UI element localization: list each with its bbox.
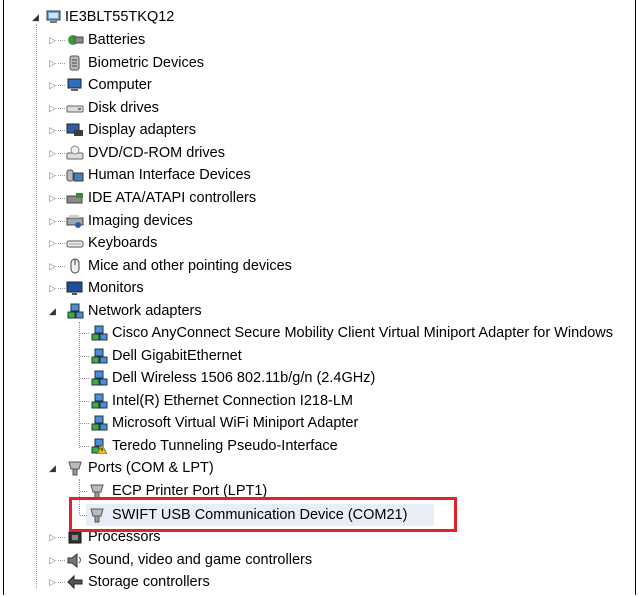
monitor-icon (66, 281, 83, 295)
category-computer-label: Computer (88, 77, 152, 93)
expand-arrow-icon[interactable]: ▷ (48, 239, 57, 248)
sound-icon (67, 552, 81, 568)
network-adapter-item-label: Dell GigabitEthernet (112, 348, 242, 364)
expand-arrow-icon[interactable]: ▷ (48, 36, 57, 45)
network-adapter-icon (91, 393, 108, 409)
collapse-arrow-icon[interactable]: ◢ (48, 307, 57, 316)
highlight-box (69, 497, 457, 532)
category-mice-and-other-pointing-devices-label: Mice and other pointing devices (88, 258, 292, 274)
category-imaging-devices-label: Imaging devices (88, 213, 193, 229)
battery-icon (68, 35, 84, 45)
category-ports-label: Ports (COM & LPT) (88, 460, 214, 476)
category-dvd-cd-rom-drives-label: DVD/CD-ROM drives (88, 145, 225, 161)
network-adapter-item-label: Intel(R) Ethernet Connection I218-LM (112, 393, 353, 409)
network-adapter-icon (67, 303, 84, 319)
network-adapter-icon (91, 415, 108, 431)
imaging-device-icon (66, 215, 84, 228)
category-sound-video-and-game-controllers-label: Sound, video and game controllers (88, 552, 313, 568)
network-adapter-icon (91, 370, 108, 386)
expand-arrow-icon[interactable]: ▷ (48, 126, 57, 135)
category-display-adapters-label: Display adapters (88, 122, 196, 138)
expand-arrow-icon[interactable]: ▷ (48, 81, 57, 90)
tree-root-label: IE3BLT55TKQ12 (65, 9, 175, 25)
network-adapter-item-label: Microsoft Virtual WiFi Miniport Adapter (112, 415, 359, 431)
network-adapter-item-label: Teredo Tunneling Pseudo-Interface (112, 438, 338, 454)
expand-arrow-icon[interactable]: ▷ (48, 194, 57, 203)
category-batteries-label: Batteries (88, 32, 146, 48)
expand-arrow-icon[interactable]: ▷ (48, 217, 57, 226)
expand-arrow-icon[interactable]: ▷ (48, 59, 57, 68)
collapse-arrow-icon[interactable]: ◢ (48, 464, 57, 473)
category-human-interface-devices-label: Human Interface Devices (88, 167, 251, 183)
category-biometric-devices-label: Biometric Devices (88, 55, 205, 71)
storage-controller-icon (67, 574, 83, 590)
network-adapter-item-label: Cisco AnyConnect Secure Mobility Client … (112, 325, 614, 341)
network-adapter-warning-icon (91, 438, 108, 454)
category-monitors-label: Monitors (88, 280, 144, 296)
computer-icon (67, 78, 82, 91)
category-disk-drives-label: Disk drives (88, 100, 159, 116)
mouse-icon (70, 258, 80, 274)
disk-drive-icon (66, 105, 84, 113)
expand-arrow-icon[interactable]: ▷ (48, 149, 57, 158)
expand-arrow-icon[interactable]: ▷ (48, 104, 57, 113)
biometric-icon (69, 55, 80, 71)
dvd-drive-icon (66, 145, 84, 160)
expand-arrow-icon[interactable]: ▷ (48, 556, 57, 565)
category-keyboards-label: Keyboards (88, 235, 158, 251)
category-storage-controllers-label: Storage controllers (88, 574, 210, 590)
keyboard-icon (66, 240, 84, 248)
expand-arrow-icon[interactable]: ▷ (48, 262, 57, 271)
expand-arrow-icon[interactable]: ▷ (48, 284, 57, 293)
category-network-adapters-label: Network adapters (88, 303, 202, 319)
expand-arrow-icon[interactable]: ▷ (48, 171, 57, 180)
category-ide-ata-atapi-controllers-label: IDE ATA/ATAPI controllers (88, 190, 257, 206)
port-icon (68, 461, 82, 476)
network-adapter-icon (91, 325, 108, 341)
network-adapter-item-label: Dell Wireless 1506 802.11b/g/n (2.4GHz) (112, 370, 376, 386)
hid-icon (66, 169, 84, 182)
ide-controller-icon (66, 193, 83, 204)
computer-root-icon (46, 10, 61, 23)
collapse-arrow-icon[interactable]: ◢ (31, 13, 40, 22)
expand-arrow-icon[interactable]: ▷ (48, 533, 57, 542)
display-adapter-icon (66, 123, 83, 136)
expand-arrow-icon[interactable]: ▷ (48, 578, 57, 587)
network-adapter-icon (91, 348, 108, 364)
